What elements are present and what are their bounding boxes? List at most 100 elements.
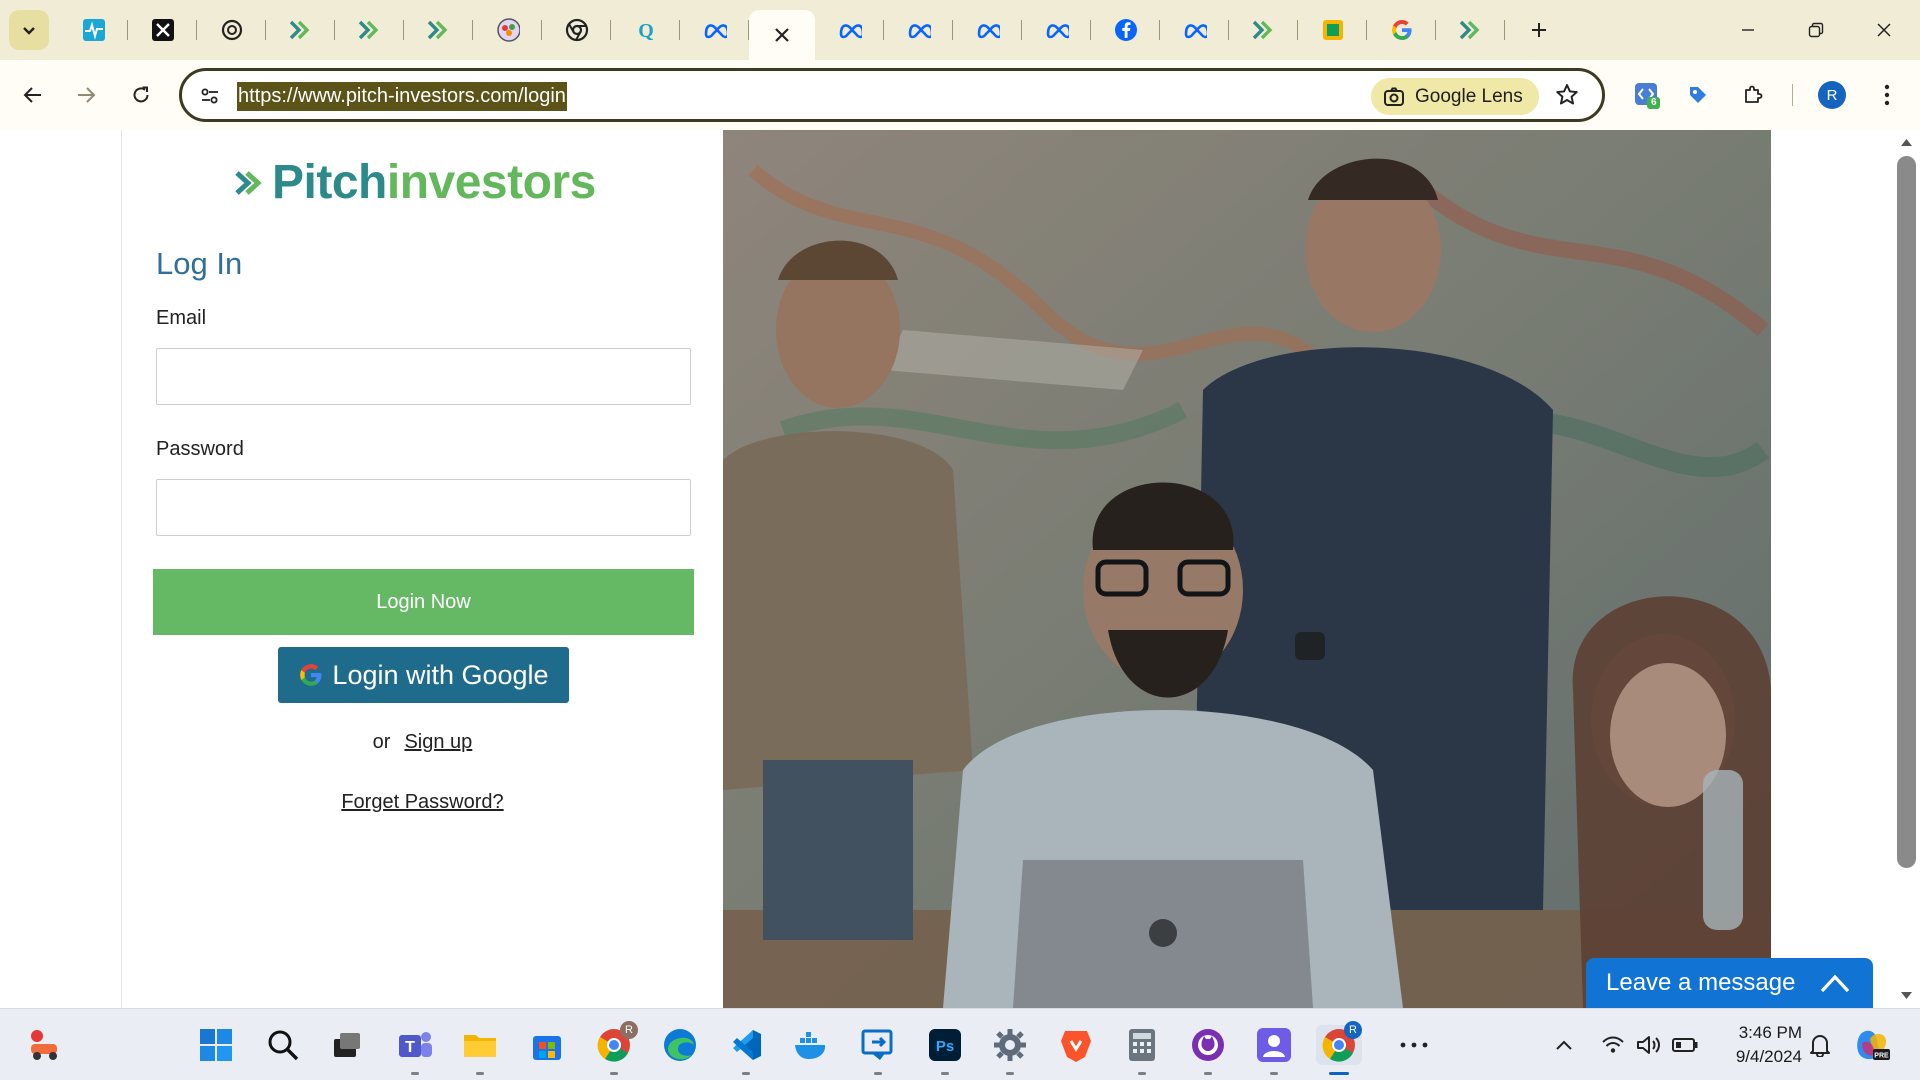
bookmark-star-icon[interactable]	[1554, 82, 1580, 113]
battery-status[interactable]	[1669, 1009, 1701, 1080]
minimize-button[interactable]	[1714, 0, 1782, 60]
forgot-password-link[interactable]: Forget Password?	[122, 791, 723, 814]
volume-status[interactable]	[1634, 1009, 1664, 1080]
meta-icon	[1183, 18, 1207, 42]
minimize-icon	[1742, 29, 1754, 31]
tab-facebook[interactable]	[1091, 0, 1160, 60]
remote-app-button[interactable]	[858, 1025, 898, 1075]
back-button[interactable]	[13, 75, 53, 115]
edge-button[interactable]	[660, 1025, 700, 1065]
page-scrollbar[interactable]	[1893, 130, 1920, 1008]
pitch-icon	[1252, 18, 1276, 42]
tab-pitch[interactable]	[1436, 0, 1505, 60]
system-clock[interactable]: 3:46 PM 9/4/2024	[1712, 1021, 1802, 1069]
show-hidden-icons-button[interactable]	[1549, 1009, 1579, 1080]
running-indicator	[1204, 1072, 1212, 1075]
new-tab-button[interactable]	[1519, 10, 1559, 50]
windows-taskbar: T R Ps R 3:46 PM 9/4/2024 PRE	[0, 1008, 1920, 1080]
user-app-button[interactable]	[1254, 1025, 1294, 1075]
copilot-button[interactable]: PRE	[1852, 1009, 1892, 1080]
login-now-button[interactable]: Login Now	[153, 569, 694, 635]
or-text: or	[372, 731, 391, 753]
address-bar[interactable]: https://www.pitch-investors.com/login Go…	[179, 68, 1605, 122]
meta-icon	[907, 18, 931, 42]
tab-meta[interactable]	[680, 0, 749, 60]
leave-a-message-widget[interactable]: Leave a message	[1586, 958, 1873, 1008]
extension-tag-icon[interactable]	[1678, 75, 1718, 115]
tab-search-button[interactable]	[9, 10, 49, 50]
tab-pitch[interactable]	[404, 0, 473, 60]
vscode-button[interactable]	[726, 1025, 766, 1075]
taskbar-search-button[interactable]	[263, 1025, 303, 1065]
pitch-icon	[1459, 18, 1483, 42]
close-window-button[interactable]	[1850, 0, 1918, 60]
restore-button[interactable]	[1782, 0, 1850, 60]
github-desktop-button[interactable]	[1188, 1025, 1228, 1075]
scroll-up-arrow-icon[interactable]	[1901, 138, 1912, 146]
tab-active[interactable]	[749, 10, 815, 60]
site-info-icon[interactable]	[196, 82, 224, 110]
profile-button[interactable]: R	[1812, 75, 1852, 115]
brave-button[interactable]	[1056, 1025, 1096, 1065]
task-view-button[interactable]	[327, 1025, 367, 1065]
calculator-button[interactable]	[1122, 1025, 1162, 1075]
tab-quora[interactable]: Q	[611, 0, 680, 60]
more-apps-button[interactable]	[1394, 1025, 1434, 1065]
tab-activity[interactable]	[59, 0, 128, 60]
tab-meta[interactable]	[1160, 0, 1229, 60]
tab-meta[interactable]	[953, 0, 1022, 60]
active-indicator	[1329, 1072, 1349, 1075]
pitch-investors-logo[interactable]: Pitchinvestors	[234, 158, 596, 208]
photoshop-icon: Ps	[929, 1029, 961, 1061]
quora-icon: Q	[634, 18, 658, 42]
speaker-icon	[1637, 1036, 1660, 1054]
teams-app-button[interactable]: T	[395, 1025, 435, 1075]
docker-button[interactable]	[792, 1025, 832, 1065]
tab-pitch-green[interactable]	[1298, 0, 1367, 60]
microsoft-store-button[interactable]	[527, 1025, 567, 1065]
photoshop-button[interactable]: Ps	[925, 1025, 965, 1075]
extension-code-icon[interactable]: 6	[1627, 75, 1667, 115]
chevron-up-icon	[1556, 1040, 1572, 1050]
windows-icon	[200, 1029, 232, 1061]
password-field[interactable]	[156, 479, 691, 536]
brave-icon	[1061, 1031, 1091, 1062]
wifi-status[interactable]	[1598, 1009, 1628, 1080]
logo-text-pitch: Pitch	[272, 156, 387, 209]
reload-button[interactable]	[121, 75, 161, 115]
tab-meta[interactable]	[815, 0, 884, 60]
tab-pitch[interactable]	[1229, 0, 1298, 60]
start-button[interactable]	[196, 1025, 236, 1065]
login-with-google-button[interactable]: Login with Google	[278, 647, 569, 703]
chrome-active-button[interactable]: R	[1316, 1021, 1362, 1075]
remote-desktop-icon	[861, 1029, 893, 1060]
tab-x[interactable]	[128, 0, 197, 60]
tab-openai[interactable]	[197, 0, 266, 60]
file-explorer-button[interactable]	[460, 1025, 500, 1075]
notifications-button[interactable]	[1805, 1009, 1835, 1080]
tab-pitch[interactable]	[266, 0, 335, 60]
meta-icon	[838, 18, 862, 42]
scroll-down-arrow-icon[interactable]	[1901, 992, 1912, 1000]
tab-meta[interactable]	[1022, 0, 1091, 60]
chrome-profile-button[interactable]: R	[594, 1021, 638, 1075]
extensions-puzzle-icon[interactable]	[1733, 75, 1773, 115]
tab-google[interactable]	[1367, 0, 1436, 60]
email-field[interactable]	[156, 348, 691, 405]
team-photo-image	[723, 130, 1771, 1008]
widgets-icon[interactable]	[26, 1025, 66, 1065]
avatar: R	[1818, 81, 1846, 109]
tab-colorful[interactable]	[473, 0, 542, 60]
settings-app-button[interactable]	[990, 1025, 1030, 1075]
google-lens-button[interactable]: Google Lens	[1371, 78, 1539, 115]
arrow-left-icon	[23, 87, 41, 103]
close-tab-icon[interactable]	[770, 23, 794, 47]
tab-meta[interactable]	[884, 0, 953, 60]
sign-up-link[interactable]: Sign up	[404, 731, 472, 753]
url-text[interactable]: https://www.pitch-investors.com/login	[237, 82, 567, 111]
scrollbar-thumb[interactable]	[1897, 156, 1916, 868]
tab-chrome[interactable]	[542, 0, 611, 60]
forward-button[interactable]	[66, 75, 106, 115]
tab-pitch[interactable]	[335, 0, 404, 60]
menu-button[interactable]	[1867, 75, 1907, 115]
